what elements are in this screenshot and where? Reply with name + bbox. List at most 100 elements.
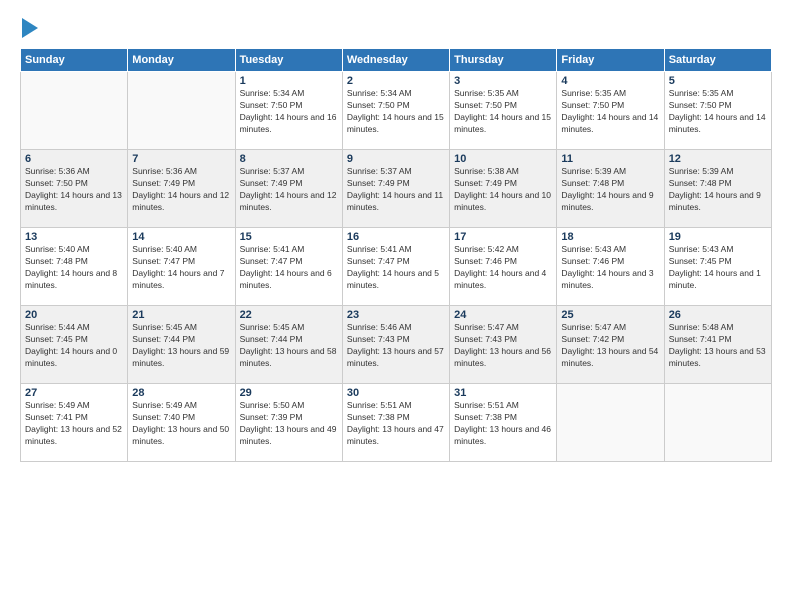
day-number: 18 [561, 231, 659, 243]
calendar-cell: 4Sunrise: 5:35 AMSunset: 7:50 PMDaylight… [557, 72, 664, 150]
day-detail: Sunrise: 5:41 AMSunset: 7:47 PMDaylight:… [240, 244, 338, 292]
day-detail: Sunrise: 5:35 AMSunset: 7:50 PMDaylight:… [454, 88, 552, 136]
calendar-cell: 20Sunrise: 5:44 AMSunset: 7:45 PMDayligh… [21, 306, 128, 384]
calendar-cell: 29Sunrise: 5:50 AMSunset: 7:39 PMDayligh… [235, 384, 342, 462]
day-detail: Sunrise: 5:37 AMSunset: 7:49 PMDaylight:… [240, 166, 338, 214]
day-number: 1 [240, 75, 338, 87]
page: SundayMondayTuesdayWednesdayThursdayFrid… [0, 0, 792, 612]
weekday-header: Saturday [664, 49, 771, 72]
calendar-cell: 11Sunrise: 5:39 AMSunset: 7:48 PMDayligh… [557, 150, 664, 228]
day-detail: Sunrise: 5:51 AMSunset: 7:38 PMDaylight:… [347, 400, 445, 448]
day-number: 30 [347, 387, 445, 399]
day-detail: Sunrise: 5:46 AMSunset: 7:43 PMDaylight:… [347, 322, 445, 370]
calendar-header-row: SundayMondayTuesdayWednesdayThursdayFrid… [21, 49, 772, 72]
calendar-cell: 17Sunrise: 5:42 AMSunset: 7:46 PMDayligh… [450, 228, 557, 306]
day-number: 28 [132, 387, 230, 399]
day-detail: Sunrise: 5:40 AMSunset: 7:47 PMDaylight:… [132, 244, 230, 292]
calendar-cell [664, 384, 771, 462]
day-detail: Sunrise: 5:47 AMSunset: 7:42 PMDaylight:… [561, 322, 659, 370]
calendar-cell: 2Sunrise: 5:34 AMSunset: 7:50 PMDaylight… [342, 72, 449, 150]
calendar-cell: 6Sunrise: 5:36 AMSunset: 7:50 PMDaylight… [21, 150, 128, 228]
calendar-cell: 1Sunrise: 5:34 AMSunset: 7:50 PMDaylight… [235, 72, 342, 150]
day-number: 19 [669, 231, 767, 243]
day-number: 14 [132, 231, 230, 243]
day-detail: Sunrise: 5:34 AMSunset: 7:50 PMDaylight:… [240, 88, 338, 136]
day-detail: Sunrise: 5:45 AMSunset: 7:44 PMDaylight:… [132, 322, 230, 370]
calendar-week-row: 1Sunrise: 5:34 AMSunset: 7:50 PMDaylight… [21, 72, 772, 150]
day-number: 11 [561, 153, 659, 165]
day-number: 29 [240, 387, 338, 399]
day-detail: Sunrise: 5:42 AMSunset: 7:46 PMDaylight:… [454, 244, 552, 292]
day-detail: Sunrise: 5:34 AMSunset: 7:50 PMDaylight:… [347, 88, 445, 136]
weekday-header: Thursday [450, 49, 557, 72]
day-detail: Sunrise: 5:35 AMSunset: 7:50 PMDaylight:… [561, 88, 659, 136]
calendar-cell: 27Sunrise: 5:49 AMSunset: 7:41 PMDayligh… [21, 384, 128, 462]
day-number: 24 [454, 309, 552, 321]
day-number: 5 [669, 75, 767, 87]
calendar-week-row: 27Sunrise: 5:49 AMSunset: 7:41 PMDayligh… [21, 384, 772, 462]
calendar-cell: 23Sunrise: 5:46 AMSunset: 7:43 PMDayligh… [342, 306, 449, 384]
day-number: 9 [347, 153, 445, 165]
calendar-cell: 31Sunrise: 5:51 AMSunset: 7:38 PMDayligh… [450, 384, 557, 462]
day-detail: Sunrise: 5:49 AMSunset: 7:40 PMDaylight:… [132, 400, 230, 448]
calendar-week-row: 13Sunrise: 5:40 AMSunset: 7:48 PMDayligh… [21, 228, 772, 306]
day-number: 6 [25, 153, 123, 165]
weekday-header: Wednesday [342, 49, 449, 72]
calendar-cell: 25Sunrise: 5:47 AMSunset: 7:42 PMDayligh… [557, 306, 664, 384]
day-detail: Sunrise: 5:50 AMSunset: 7:39 PMDaylight:… [240, 400, 338, 448]
day-detail: Sunrise: 5:36 AMSunset: 7:50 PMDaylight:… [25, 166, 123, 214]
calendar-week-row: 20Sunrise: 5:44 AMSunset: 7:45 PMDayligh… [21, 306, 772, 384]
day-number: 20 [25, 309, 123, 321]
day-number: 13 [25, 231, 123, 243]
calendar-cell: 7Sunrise: 5:36 AMSunset: 7:49 PMDaylight… [128, 150, 235, 228]
day-detail: Sunrise: 5:40 AMSunset: 7:48 PMDaylight:… [25, 244, 123, 292]
calendar-cell: 5Sunrise: 5:35 AMSunset: 7:50 PMDaylight… [664, 72, 771, 150]
logo [20, 18, 38, 38]
calendar-cell [557, 384, 664, 462]
day-detail: Sunrise: 5:39 AMSunset: 7:48 PMDaylight:… [561, 166, 659, 214]
calendar-cell: 19Sunrise: 5:43 AMSunset: 7:45 PMDayligh… [664, 228, 771, 306]
day-number: 23 [347, 309, 445, 321]
calendar-cell: 14Sunrise: 5:40 AMSunset: 7:47 PMDayligh… [128, 228, 235, 306]
calendar-cell: 28Sunrise: 5:49 AMSunset: 7:40 PMDayligh… [128, 384, 235, 462]
day-number: 31 [454, 387, 552, 399]
calendar-cell: 15Sunrise: 5:41 AMSunset: 7:47 PMDayligh… [235, 228, 342, 306]
day-detail: Sunrise: 5:51 AMSunset: 7:38 PMDaylight:… [454, 400, 552, 448]
day-number: 12 [669, 153, 767, 165]
day-detail: Sunrise: 5:49 AMSunset: 7:41 PMDaylight:… [25, 400, 123, 448]
calendar-cell: 9Sunrise: 5:37 AMSunset: 7:49 PMDaylight… [342, 150, 449, 228]
calendar-cell: 13Sunrise: 5:40 AMSunset: 7:48 PMDayligh… [21, 228, 128, 306]
calendar-cell: 18Sunrise: 5:43 AMSunset: 7:46 PMDayligh… [557, 228, 664, 306]
calendar-cell: 22Sunrise: 5:45 AMSunset: 7:44 PMDayligh… [235, 306, 342, 384]
calendar-cell: 10Sunrise: 5:38 AMSunset: 7:49 PMDayligh… [450, 150, 557, 228]
calendar-cell: 26Sunrise: 5:48 AMSunset: 7:41 PMDayligh… [664, 306, 771, 384]
day-detail: Sunrise: 5:45 AMSunset: 7:44 PMDaylight:… [240, 322, 338, 370]
calendar-cell: 12Sunrise: 5:39 AMSunset: 7:48 PMDayligh… [664, 150, 771, 228]
calendar-table: SundayMondayTuesdayWednesdayThursdayFrid… [20, 48, 772, 462]
day-number: 16 [347, 231, 445, 243]
calendar-cell: 16Sunrise: 5:41 AMSunset: 7:47 PMDayligh… [342, 228, 449, 306]
day-number: 21 [132, 309, 230, 321]
day-detail: Sunrise: 5:36 AMSunset: 7:49 PMDaylight:… [132, 166, 230, 214]
day-detail: Sunrise: 5:43 AMSunset: 7:45 PMDaylight:… [669, 244, 767, 292]
day-detail: Sunrise: 5:41 AMSunset: 7:47 PMDaylight:… [347, 244, 445, 292]
day-number: 4 [561, 75, 659, 87]
calendar-cell [21, 72, 128, 150]
weekday-header: Sunday [21, 49, 128, 72]
weekday-header: Tuesday [235, 49, 342, 72]
day-number: 3 [454, 75, 552, 87]
day-number: 26 [669, 309, 767, 321]
day-detail: Sunrise: 5:43 AMSunset: 7:46 PMDaylight:… [561, 244, 659, 292]
calendar-cell: 3Sunrise: 5:35 AMSunset: 7:50 PMDaylight… [450, 72, 557, 150]
weekday-header: Friday [557, 49, 664, 72]
day-number: 8 [240, 153, 338, 165]
day-number: 25 [561, 309, 659, 321]
day-detail: Sunrise: 5:48 AMSunset: 7:41 PMDaylight:… [669, 322, 767, 370]
calendar-cell: 8Sunrise: 5:37 AMSunset: 7:49 PMDaylight… [235, 150, 342, 228]
calendar-week-row: 6Sunrise: 5:36 AMSunset: 7:50 PMDaylight… [21, 150, 772, 228]
day-number: 10 [454, 153, 552, 165]
calendar-cell: 24Sunrise: 5:47 AMSunset: 7:43 PMDayligh… [450, 306, 557, 384]
logo-arrow-icon [22, 18, 38, 38]
day-detail: Sunrise: 5:47 AMSunset: 7:43 PMDaylight:… [454, 322, 552, 370]
calendar-cell: 30Sunrise: 5:51 AMSunset: 7:38 PMDayligh… [342, 384, 449, 462]
